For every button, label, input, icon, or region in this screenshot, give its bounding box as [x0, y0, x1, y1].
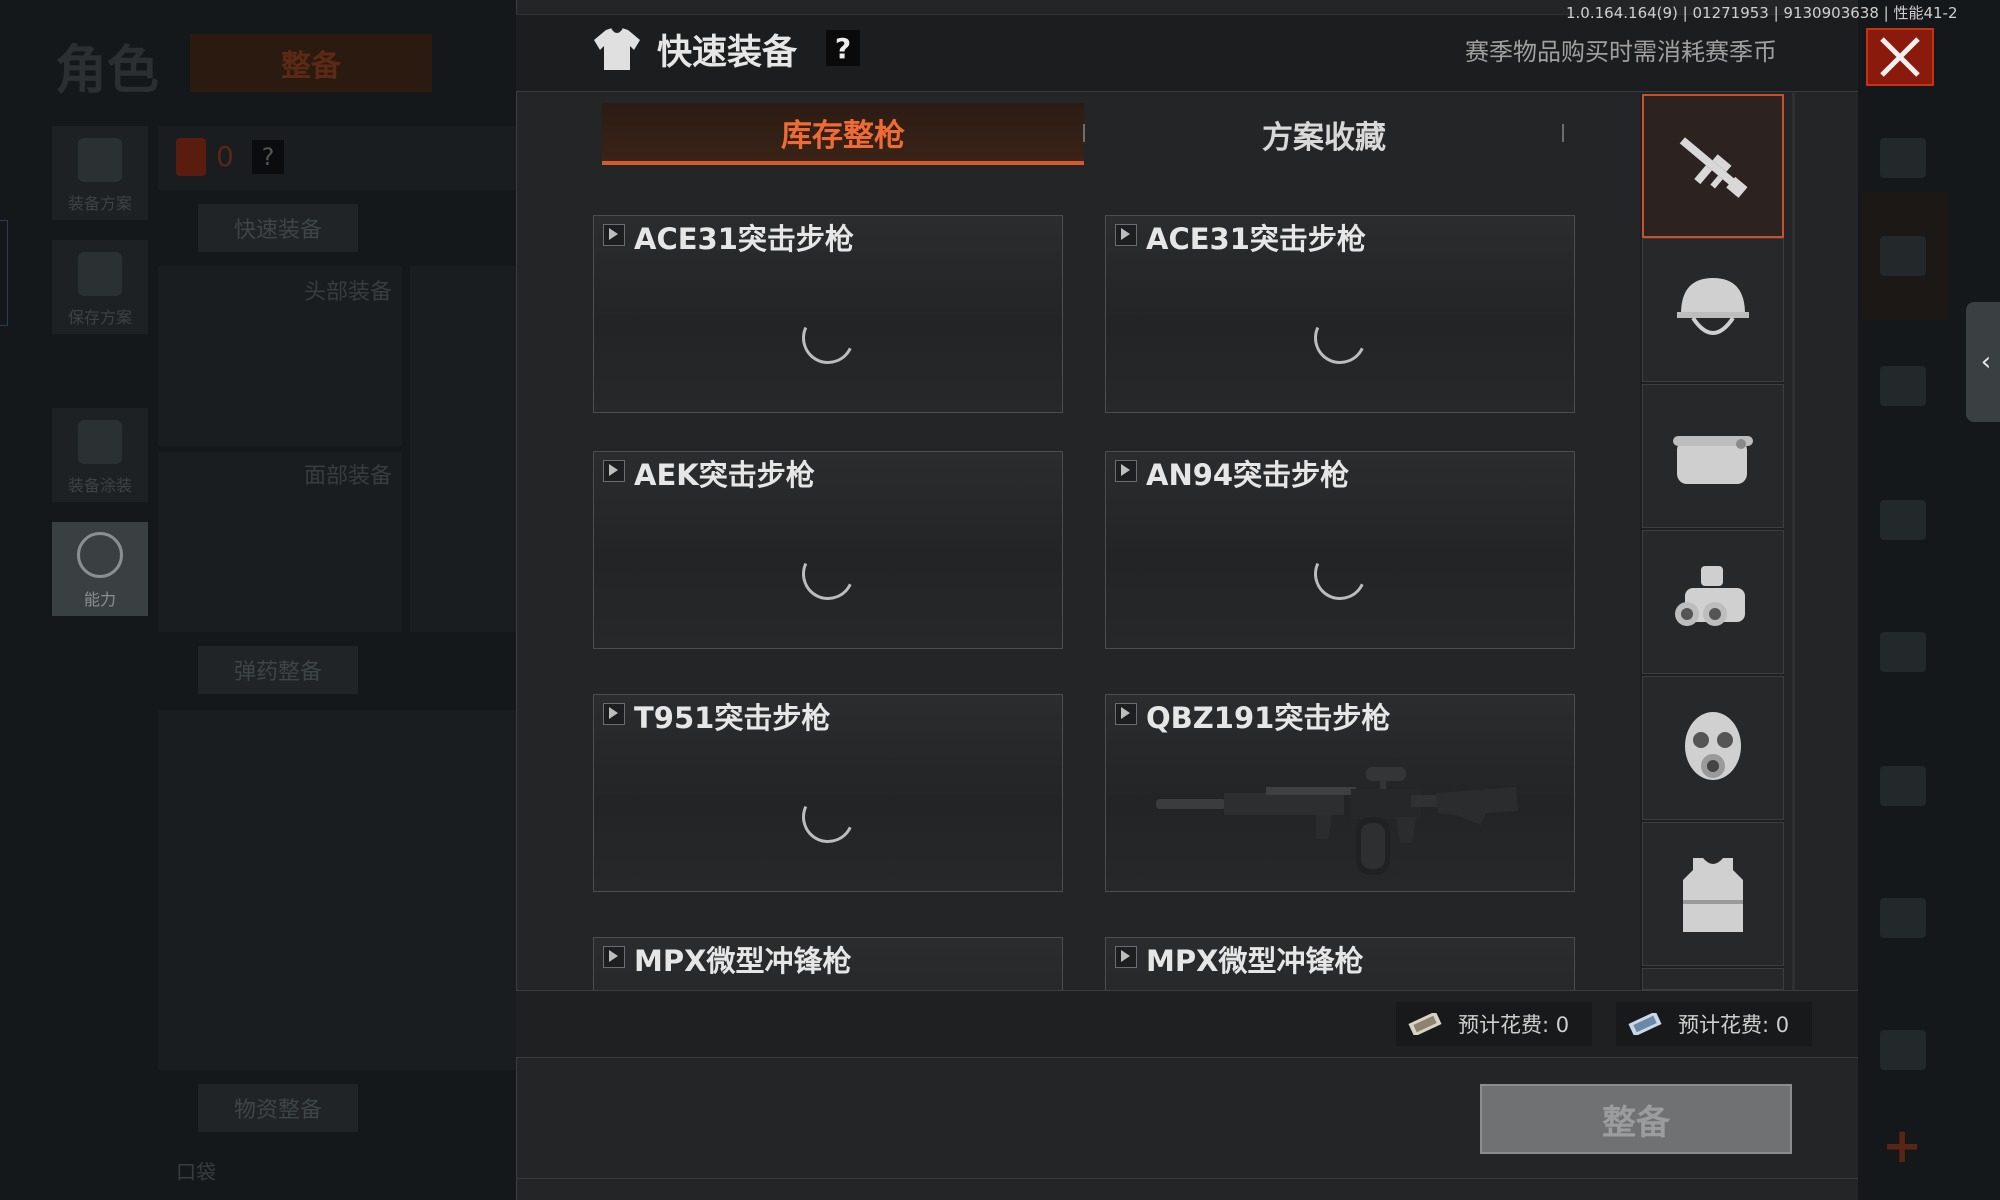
gun-name: AN94突击步枪	[1146, 458, 1350, 492]
bg-page-title: 角色	[55, 41, 160, 101]
category-gas-mask[interactable]	[1642, 676, 1784, 820]
gun-name: MPX微型冲锋枪	[634, 944, 852, 978]
expand-toggle[interactable]	[603, 946, 625, 968]
expand-toggle[interactable]	[603, 703, 625, 725]
rail-plus-icon: +	[1882, 1118, 1923, 1174]
gun-card[interactable]: AN94突击步枪	[1105, 451, 1575, 649]
rail-armor-icon	[1880, 898, 1926, 938]
gun-card[interactable]: MPX微型冲锋枪	[1105, 937, 1575, 990]
rail-magazine-icon	[1880, 632, 1926, 672]
chevron-left-icon: ‹	[1980, 347, 1992, 377]
bg-bag-count: 0	[216, 140, 234, 173]
loading-spinner-icon	[794, 540, 862, 608]
tab-divider	[1083, 124, 1085, 142]
gun-list: ACE31突击步枪 ACE31突击步枪 AEK突击步枪 AN94突击步枪 T95…	[580, 210, 1580, 990]
expand-toggle[interactable]	[603, 224, 625, 246]
expand-toggle[interactable]	[603, 460, 625, 482]
bg-side-equipment-skin: 装备涂装	[52, 408, 148, 502]
cost-banknote: 预计花费: 0	[1396, 1002, 1592, 1046]
rail-helmet-icon	[1880, 366, 1926, 406]
category-night-vision[interactable]	[1642, 530, 1784, 674]
body-armor-icon	[1683, 858, 1743, 932]
ability-icon	[77, 532, 123, 578]
loading-spinner-icon	[1306, 540, 1374, 608]
gun-name: ACE31突击步枪	[1146, 222, 1366, 256]
bg-body-slot	[410, 266, 516, 632]
gun-name: QBZ191突击步枪	[1146, 701, 1391, 735]
close-icon	[1880, 37, 1920, 77]
version-info: 1.0.164.164(9) | 01271953 | 9130903638 |…	[1566, 4, 1958, 22]
bg-bag-bar	[158, 126, 516, 190]
loading-spinner-icon	[1306, 304, 1374, 372]
shirt-icon	[594, 27, 640, 70]
rail-rifle-icon	[1880, 500, 1926, 540]
gun-card[interactable]: ACE31突击步枪	[593, 215, 1063, 413]
gun-card[interactable]: ACE31突击步枪	[1105, 215, 1575, 413]
bg-side-ability: 能力	[52, 522, 148, 616]
gun-card[interactable]: MPX微型冲锋枪	[593, 937, 1063, 990]
category-helmet[interactable]	[1642, 238, 1784, 382]
cost-label: 预计花费: 0	[1678, 1013, 1790, 1037]
tab-saved-plans[interactable]: 方案收藏	[1086, 103, 1562, 165]
expand-toggle[interactable]	[1115, 460, 1137, 482]
expand-panel-button[interactable]: ‹	[1966, 302, 2000, 422]
season-purchase-note: 赛季物品购买时需消耗赛季币	[1465, 38, 1777, 66]
category-more[interactable]	[1642, 968, 1784, 990]
rifle-icon	[1679, 137, 1748, 198]
help-button[interactable]: ?	[826, 30, 860, 66]
tab-divider	[1562, 124, 1564, 142]
modal-title: 快速装备	[657, 33, 798, 73]
gun-name: T951突击步枪	[634, 701, 831, 735]
bg-ammo-button: 弹药整备	[198, 646, 358, 694]
rail-stack-icon	[1880, 236, 1926, 276]
face-mask-icon	[1673, 436, 1753, 484]
gun-name: ACE31突击步枪	[634, 222, 854, 256]
loading-spinner-icon	[794, 783, 862, 851]
tab-inventory-guns[interactable]: 库存整枪	[602, 103, 1084, 165]
gas-mask-icon	[1685, 712, 1741, 780]
scroll-track[interactable]	[1792, 93, 1795, 993]
save-plan-icon	[78, 252, 122, 296]
banknote-icon	[1408, 1013, 1442, 1035]
gun-card[interactable]: AEK突击步枪	[593, 451, 1063, 649]
expand-toggle[interactable]	[1115, 946, 1137, 968]
expand-toggle[interactable]	[1115, 224, 1137, 246]
gun-name: AEK突击步枪	[634, 458, 815, 492]
bg-tab-equip: 整备	[190, 34, 432, 92]
category-body-armor[interactable]	[1642, 822, 1784, 966]
rail-layers-icon	[1880, 138, 1926, 178]
equipment-skin-icon	[78, 420, 122, 464]
equipment-plan-icon	[78, 138, 122, 182]
gun-card[interactable]: QBZ191突击步枪	[1105, 694, 1575, 892]
equip-button[interactable]: 整备	[1480, 1084, 1792, 1154]
helmet-icon	[1677, 278, 1749, 335]
loading-spinner-icon	[794, 304, 862, 372]
bg-ammo-panel	[158, 710, 516, 1070]
category-rifle[interactable]	[1642, 94, 1784, 238]
season-coin-icon	[1628, 1013, 1662, 1035]
bg-quick-equip-button: 快速装备	[198, 204, 358, 252]
bg-pocket-label: 口袋	[176, 1160, 216, 1184]
bg-supply-button: 物资整备	[198, 1084, 358, 1132]
bg-side-save-plan: 保存方案	[52, 240, 148, 334]
gun-name: MPX微型冲锋枪	[1146, 944, 1364, 978]
rail-ammo-icon	[1880, 766, 1926, 806]
modal-bottom-line	[516, 1178, 1858, 1179]
cost-label: 预计花费: 0	[1458, 1013, 1570, 1037]
bg-left-edge	[0, 220, 8, 326]
night-vision-icon	[1675, 566, 1745, 626]
cost-season-coin: 预计花费: 0	[1616, 1002, 1812, 1046]
gun-card[interactable]: T951突击步枪	[593, 694, 1063, 892]
assault-rifle-icon	[1156, 767, 1518, 875]
bg-face-gear-label: 面部装备	[304, 464, 393, 489]
expand-toggle[interactable]	[1115, 703, 1137, 725]
close-button[interactable]	[1866, 28, 1934, 86]
bg-side-equipment-plan: 装备方案	[52, 126, 148, 220]
rail-grenade-icon	[1880, 1030, 1926, 1070]
category-face[interactable]	[1642, 384, 1784, 528]
bg-head-gear-label: 头部装备	[304, 280, 393, 305]
bg-bag-help: ?	[252, 140, 284, 174]
backpack-icon	[176, 138, 206, 176]
